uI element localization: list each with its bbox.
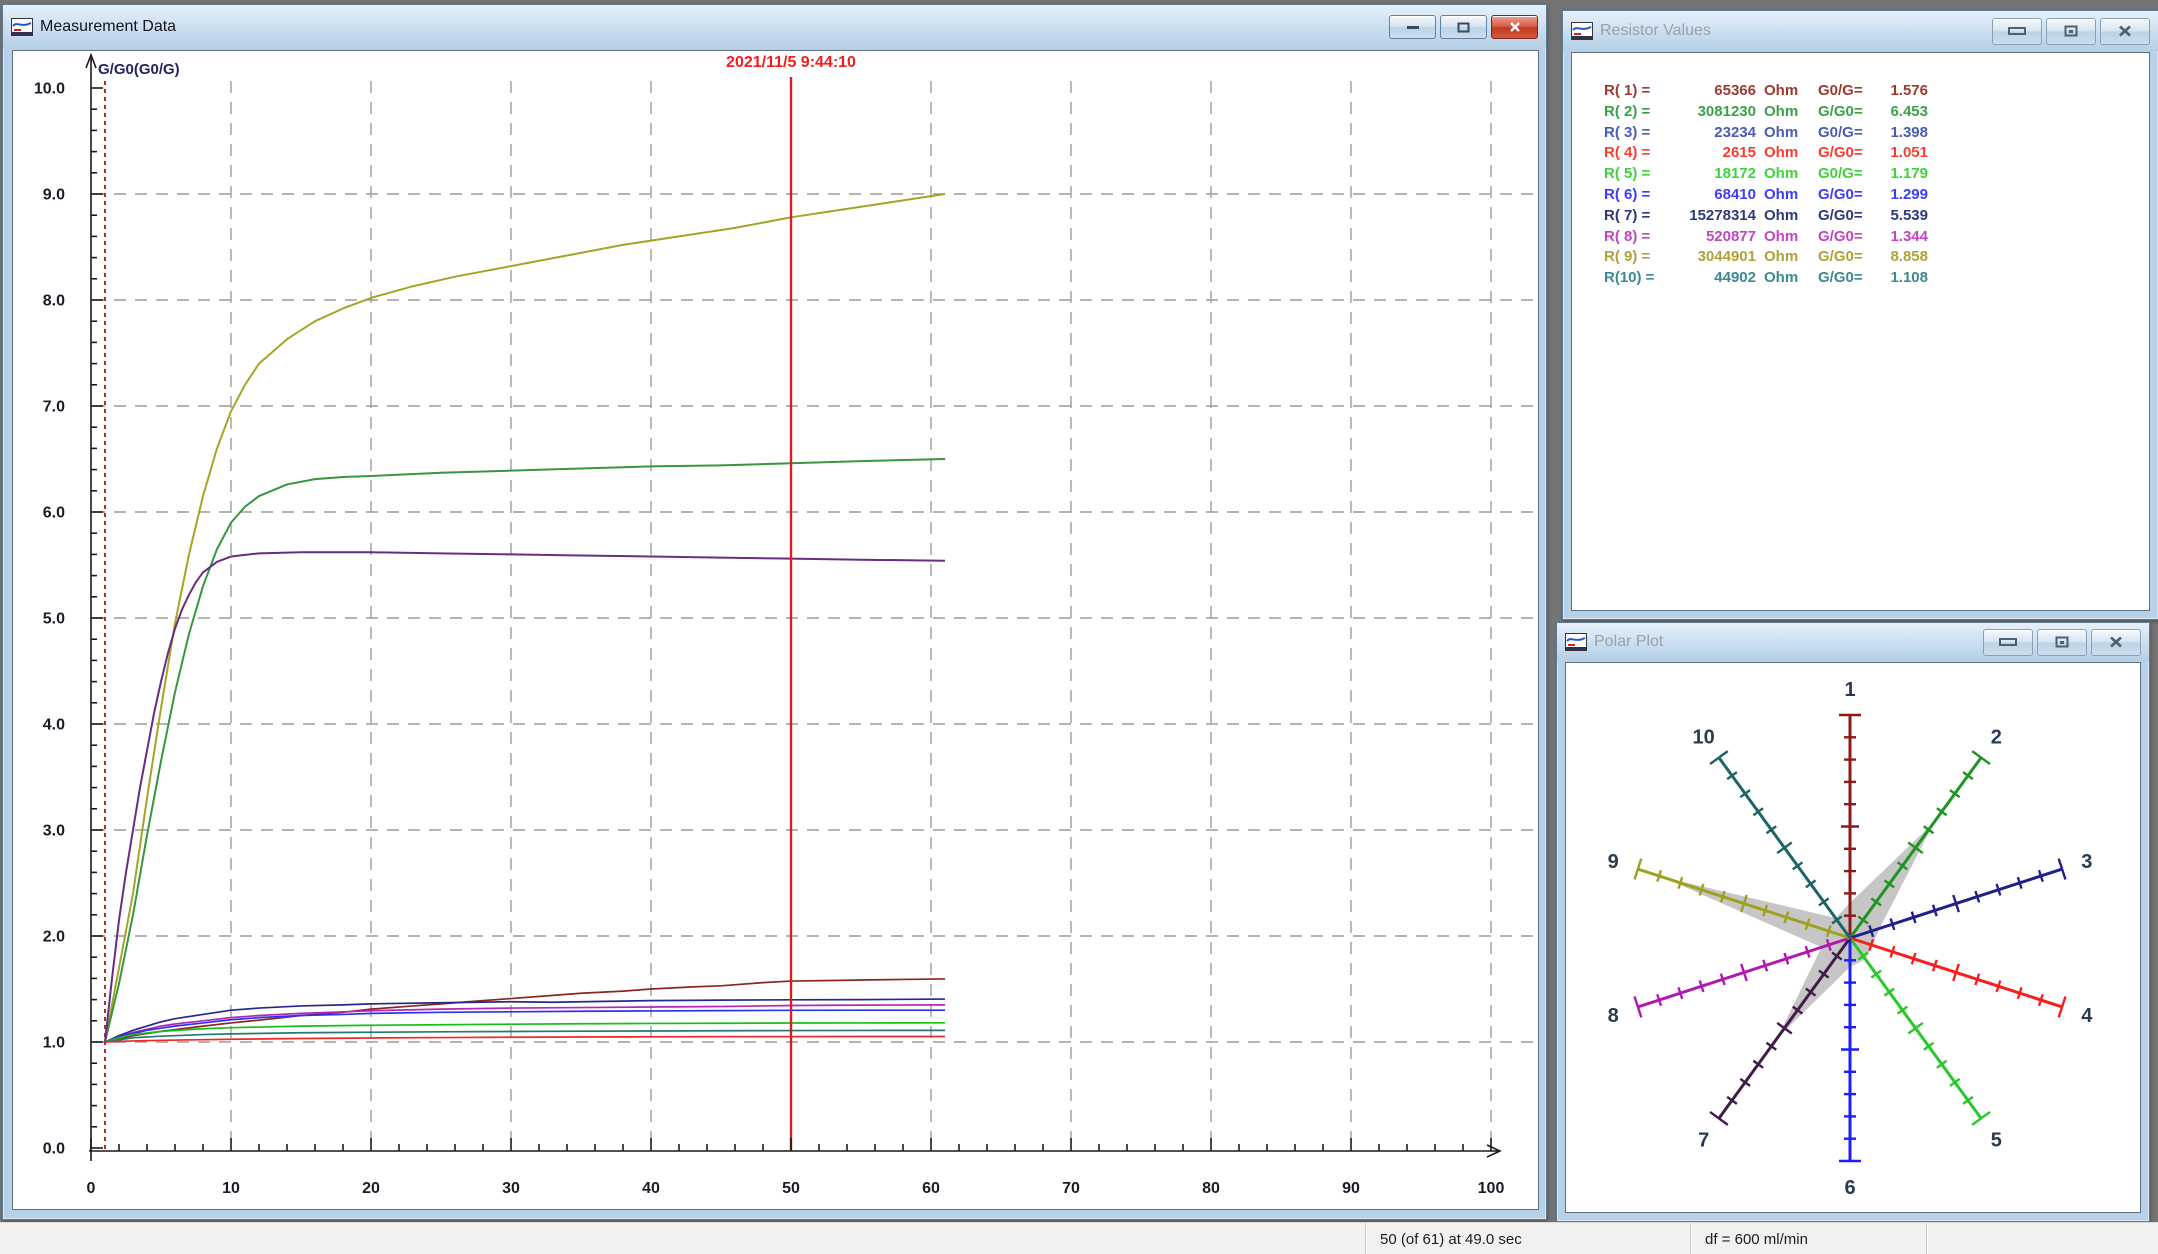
- svg-text:1.0: 1.0: [43, 1035, 65, 1052]
- svg-text:2.0: 2.0: [43, 929, 65, 946]
- status-progress: 50 (of 61) at 49.0 sec: [1365, 1223, 1690, 1254]
- svg-text:100: 100: [1478, 1180, 1505, 1197]
- close-button[interactable]: [2100, 18, 2150, 45]
- svg-text:10: 10: [222, 1180, 240, 1197]
- svg-text:9: 9: [1608, 851, 1619, 873]
- close-icon: [1509, 22, 1521, 32]
- app-icon: [1565, 633, 1587, 651]
- resistor-values-window: Resistor Values R( 1) =65366Ohm: [1562, 10, 2158, 620]
- desktop: Measurement Data 01020304050607080901000…: [0, 0, 2158, 1254]
- svg-text:1: 1: [1844, 679, 1855, 701]
- svg-text:4: 4: [2081, 1005, 2093, 1027]
- svg-text:70: 70: [1062, 1180, 1080, 1197]
- svg-text:2: 2: [1991, 727, 2002, 749]
- svg-text:20: 20: [362, 1180, 380, 1197]
- svg-text:60: 60: [922, 1180, 940, 1197]
- measurement-data-window: Measurement Data 01020304050607080901000…: [2, 4, 1547, 1220]
- svg-text:0: 0: [87, 1180, 96, 1197]
- minimize-button[interactable]: [1389, 15, 1436, 39]
- status-panel-empty: [1926, 1223, 2158, 1254]
- svg-text:2021/11/5 9:44:10: 2021/11/5 9:44:10: [726, 54, 856, 71]
- app-icon: [1571, 22, 1593, 40]
- polar-plot-area: 1 2 3 4 5 6 7 8 9 10: [1565, 662, 2141, 1213]
- window-title: Resistor Values: [1600, 22, 1711, 40]
- resistor-row: R( 2) =3081230OhmG/G0=6.453: [1604, 102, 2149, 123]
- resistor-row: R(10) =44902OhmG/G0=1.108: [1604, 268, 2149, 289]
- svg-text:0.0: 0.0: [43, 1141, 65, 1158]
- resistor-row: R( 6) =68410OhmG/G0=1.299: [1604, 185, 2149, 206]
- close-icon: [2118, 25, 2132, 37]
- restore-icon: [1457, 22, 1470, 33]
- svg-text:7: 7: [1698, 1129, 1709, 1151]
- restore-button[interactable]: [2037, 629, 2087, 656]
- app-icon: [11, 18, 33, 36]
- measurement-titlebar[interactable]: Measurement Data: [3, 5, 1546, 49]
- minimize-icon: [2008, 27, 2026, 35]
- svg-text:5.0: 5.0: [43, 611, 65, 628]
- status-panel-empty: [0, 1223, 1365, 1254]
- polar-plot-window: Polar Plot 1 2 3 4 5 6 7 8 9 10: [1556, 622, 2150, 1222]
- svg-text:10: 10: [1693, 727, 1715, 749]
- resistor-row: R( 1) =65366OhmG0/G=1.576: [1604, 81, 2149, 102]
- restore-icon: [2055, 636, 2069, 648]
- resistor-row: R( 4) =2615OhmG/G0=1.051: [1604, 143, 2149, 164]
- svg-text:6: 6: [1844, 1177, 1855, 1199]
- restore-icon: [2064, 25, 2078, 37]
- window-title: Measurement Data: [40, 18, 176, 36]
- resistor-rows: R( 1) =65366OhmG0/G=1.576R( 2) =3081230O…: [1572, 53, 2149, 289]
- svg-text:3.0: 3.0: [43, 823, 65, 840]
- restore-button[interactable]: [2046, 18, 2096, 45]
- polar-radar-chart: 1 2 3 4 5 6 7 8 9 10: [1566, 663, 2142, 1215]
- svg-text:3: 3: [2081, 851, 2092, 873]
- svg-text:30: 30: [502, 1180, 520, 1197]
- resistor-row: R( 7) =15278314OhmG/G0=5.539: [1604, 206, 2149, 227]
- close-icon: [2109, 636, 2123, 648]
- window-title: Polar Plot: [1594, 633, 1663, 651]
- resistor-row: R( 5) =18172OhmG0/G=1.179: [1604, 164, 2149, 185]
- svg-text:80: 80: [1202, 1180, 1220, 1197]
- svg-text:10.0: 10.0: [34, 81, 65, 98]
- minimize-icon: [1406, 25, 1420, 30]
- resistor-row: R( 8) =520877OhmG/G0=1.344: [1604, 227, 2149, 248]
- svg-text:90: 90: [1342, 1180, 1360, 1197]
- svg-text:7.0: 7.0: [43, 399, 65, 416]
- resistor-row: R( 9) =3044901OhmG/G0=8.858: [1604, 247, 2149, 268]
- svg-text:8.0: 8.0: [43, 293, 65, 310]
- resistor-titlebar[interactable]: Resistor Values: [1563, 11, 2158, 51]
- resistor-row: R( 3) =23234OhmG0/G=1.398: [1604, 123, 2149, 144]
- close-button[interactable]: [2091, 629, 2141, 656]
- close-button[interactable]: [1491, 15, 1538, 39]
- measurement-chart-area: 0 10 20 30 40 50 60 70 80 90 100 0.0 1.0 2.0 3.0 4.0 5.0…: [12, 50, 1539, 1210]
- restore-button[interactable]: [1440, 15, 1487, 39]
- svg-text:50: 50: [782, 1180, 800, 1197]
- svg-text:G/G0(G0/G): G/G0(G0/G): [98, 61, 180, 78]
- resistor-values-panel: R( 1) =65366OhmG0/G=1.576R( 2) =3081230O…: [1571, 52, 2150, 611]
- svg-text:8: 8: [1608, 1005, 1619, 1027]
- svg-text:5: 5: [1991, 1129, 2002, 1151]
- minimize-icon: [1999, 638, 2017, 646]
- svg-text:40: 40: [642, 1180, 660, 1197]
- conductance-time-chart[interactable]: 0 10 20 30 40 50 60 70 80 90 100 0.0 1.0 2.0 3.0 4.0 5.0…: [13, 51, 1538, 1209]
- svg-text:6.0: 6.0: [43, 505, 65, 522]
- svg-text:4.0: 4.0: [43, 717, 65, 734]
- svg-text:9.0: 9.0: [43, 187, 65, 204]
- minimize-button[interactable]: [1992, 18, 2042, 45]
- polar-titlebar[interactable]: Polar Plot: [1557, 623, 2149, 661]
- status-bar: 50 (of 61) at 49.0 sec df = 600 ml/min: [0, 1222, 2158, 1254]
- minimize-button[interactable]: [1983, 629, 2033, 656]
- status-flow-rate: df = 600 ml/min: [1690, 1223, 1926, 1254]
